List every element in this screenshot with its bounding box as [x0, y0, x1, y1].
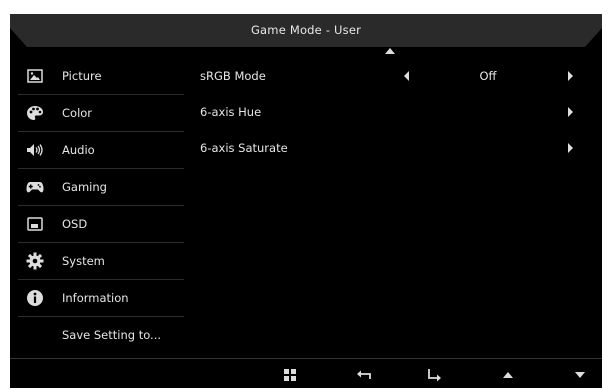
left-arrow-icon[interactable] [404, 71, 409, 81]
setting-row-srgb-mode[interactable]: sRGB Mode Off [200, 58, 602, 94]
sidebar-item-label: Information [62, 291, 129, 305]
gear-icon [26, 252, 44, 270]
sidebar-item-audio[interactable]: Audio [18, 132, 184, 169]
scroll-up-indicator[interactable] [385, 48, 395, 54]
sidebar-item-picture[interactable]: Picture [18, 58, 184, 95]
sidebar-item-gaming[interactable]: Gaming [18, 169, 184, 206]
sidebar: Picture Color Audio Gaming OSD System In… [18, 58, 184, 353]
sidebar-item-information[interactable]: Information [18, 280, 184, 317]
speaker-icon [26, 141, 44, 159]
up-arrow-icon[interactable] [498, 367, 518, 383]
osd-window-icon [26, 215, 44, 233]
sidebar-item-label: Color [62, 106, 93, 120]
sidebar-item-label: Audio [62, 143, 95, 157]
page-title: Game Mode - User [250, 23, 362, 37]
sidebar-item-system[interactable]: System [18, 243, 184, 280]
enter-icon[interactable] [424, 367, 444, 383]
setting-row-6-axis-hue[interactable]: 6-axis Hue [200, 94, 602, 130]
osd-panel: Game Mode - User Picture Color Audio Gam… [10, 14, 602, 388]
button-bar [10, 358, 602, 389]
sidebar-item-label: Picture [62, 69, 102, 83]
setting-value: Off [479, 69, 497, 83]
setting-row-6-axis-saturate[interactable]: 6-axis Saturate [200, 130, 602, 166]
sidebar-item-label: OSD [62, 217, 88, 231]
settings-list: sRGB Mode Off 6-axis Hue 6-axis Saturate [200, 58, 602, 166]
right-arrow-icon[interactable] [568, 71, 573, 81]
setting-label: 6-axis Hue [200, 105, 262, 119]
down-arrow-icon[interactable] [570, 367, 590, 383]
picture-icon [26, 67, 44, 85]
palette-icon [26, 104, 44, 122]
sidebar-item-label: System [62, 254, 105, 268]
info-icon [26, 289, 44, 307]
sidebar-item-label: Save Setting to... [62, 328, 162, 342]
sidebar-item-color[interactable]: Color [18, 95, 184, 132]
sidebar-item-save-setting[interactable]: Save Setting to... [18, 317, 184, 353]
right-arrow-icon[interactable] [568, 143, 573, 153]
setting-label: 6-axis Saturate [200, 141, 288, 155]
setting-label: sRGB Mode [200, 69, 266, 83]
right-arrow-icon[interactable] [568, 107, 573, 117]
menu-grid-icon[interactable] [280, 367, 300, 383]
sidebar-item-osd[interactable]: OSD [18, 206, 184, 243]
sidebar-item-label: Gaming [62, 180, 107, 194]
gamepad-icon [26, 178, 44, 196]
back-icon[interactable] [354, 367, 374, 383]
